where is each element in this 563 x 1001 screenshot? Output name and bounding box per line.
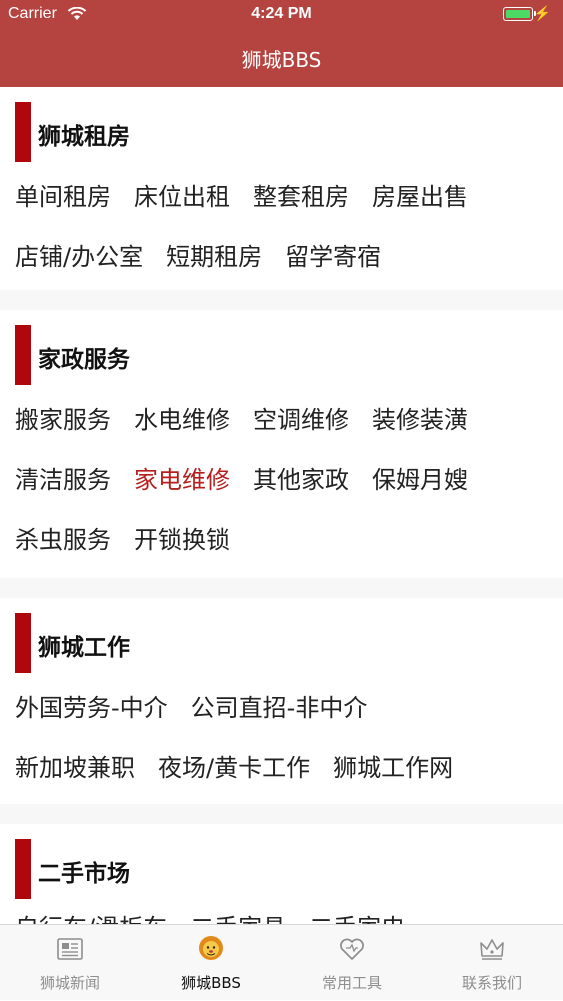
tab-label: 狮城新闻: [39, 974, 100, 992]
category-link[interactable]: 整套租房: [253, 177, 349, 212]
category-link[interactable]: 床位出租: [134, 177, 230, 212]
page-title: 狮城BBS: [241, 48, 322, 72]
section-rental: 狮城租房 单间租房 床位出租 整套租房 房屋出售 店铺/办公室 短期租房 留学寄宿: [0, 87, 563, 290]
category-row: 单间租房 床位出租 整套租房 房屋出售: [15, 177, 491, 212]
section-title: 家政服务: [38, 347, 130, 373]
category-link[interactable]: 短期租房: [166, 237, 262, 272]
tab-bbs[interactable]: 狮城BBS: [141, 925, 281, 1001]
section-accent-bar: [15, 102, 31, 162]
category-row: 自行车/滑板车 二手家具 二手家电: [15, 908, 428, 924]
clock: 4:24 PM: [251, 5, 312, 22]
section-title: 二手市场: [38, 861, 130, 887]
category-link[interactable]: 房屋出售: [372, 177, 468, 212]
section-divider: [0, 578, 563, 598]
category-link[interactable]: 水电维修: [134, 400, 230, 435]
category-list[interactable]: 狮城租房 单间租房 床位出租 整套租房 房屋出售 店铺/办公室 短期租房 留学寄宿 家政服…: [0, 87, 563, 924]
section-secondhand: 二手市场 自行车/滑板车 二手家具 二手家电: [0, 824, 563, 924]
category-link[interactable]: 店铺/办公室: [15, 237, 143, 272]
battery-icon: [503, 7, 536, 21]
section-divider: [0, 804, 563, 824]
category-link[interactable]: 保姆月嫂: [372, 460, 468, 495]
category-row: 搬家服务 水电维修 空调维修 装修装潢: [15, 400, 491, 435]
lion-icon: [199, 936, 223, 960]
category-link[interactable]: 留学寄宿: [285, 237, 381, 272]
category-link[interactable]: 装修装潢: [372, 400, 468, 435]
section-accent-bar: [15, 325, 31, 385]
category-link[interactable]: 单间租房: [15, 177, 111, 212]
tab-label: 常用工具: [321, 974, 382, 992]
category-link[interactable]: 清洁服务: [15, 460, 111, 495]
category-link[interactable]: 公司直招-非中介: [191, 688, 368, 723]
section-household: 家政服务 搬家服务 水电维修 空调维修 装修装潢 清洁服务 家电维修 其他家政 保姆月嫂 杀…: [0, 310, 563, 578]
heart-icon: [340, 938, 364, 960]
category-link[interactable]: 搬家服务: [15, 400, 111, 435]
category-link[interactable]: 其他家政: [253, 460, 349, 495]
crown-icon: [480, 939, 504, 960]
section-title: 狮城工作: [38, 635, 130, 661]
category-link[interactable]: 外国劳务-中介: [15, 688, 168, 723]
category-row: 外国劳务-中介 公司直招-非中介: [15, 688, 390, 723]
section-accent-bar: [15, 839, 31, 899]
category-link[interactable]: 空调维修: [253, 400, 349, 435]
category-link[interactable]: 二手家电: [309, 908, 405, 924]
tab-label: 狮城BBS: [181, 974, 241, 992]
section-accent-bar: [15, 613, 31, 673]
category-link[interactable]: 开锁换锁: [134, 520, 230, 555]
nav-bar: 狮城BBS: [0, 30, 563, 87]
category-link[interactable]: 狮城工作网: [333, 748, 453, 783]
section-divider: [0, 290, 563, 310]
section-title: 狮城租房: [38, 124, 130, 150]
category-row: 店铺/办公室 短期租房 留学寄宿: [15, 237, 404, 272]
category-link[interactable]: 二手家具: [190, 908, 286, 924]
tab-bar: 狮城新闻 狮城BBS 常用工具 联系我们: [0, 924, 563, 1000]
category-link[interactable]: 夜场/黄卡工作: [158, 748, 310, 783]
category-row: 清洁服务 家电维修 其他家政 保姆月嫂: [15, 460, 491, 495]
tab-contact[interactable]: 联系我们: [422, 925, 562, 1001]
category-link[interactable]: 自行车/滑板车: [15, 908, 167, 924]
tab-news[interactable]: 狮城新闻: [0, 925, 140, 1001]
tab-label: 联系我们: [461, 974, 522, 992]
tab-tools[interactable]: 常用工具: [282, 925, 422, 1001]
status-bar: Carrier 4:24 PM ⚡: [0, 0, 563, 30]
category-row: 杀虫服务 开锁换锁: [15, 520, 253, 555]
charging-icon: ⚡: [533, 5, 551, 21]
category-link[interactable]: 新加坡兼职: [15, 748, 135, 783]
category-link-selected[interactable]: 家电维修: [134, 460, 230, 495]
newspaper-icon: [57, 938, 83, 960]
category-row: 新加坡兼职 夜场/黄卡工作 狮城工作网: [15, 748, 476, 783]
category-link[interactable]: 杀虫服务: [15, 520, 111, 555]
section-jobs: 狮城工作 外国劳务-中介 公司直招-非中介 新加坡兼职 夜场/黄卡工作 狮城工作网: [0, 598, 563, 804]
